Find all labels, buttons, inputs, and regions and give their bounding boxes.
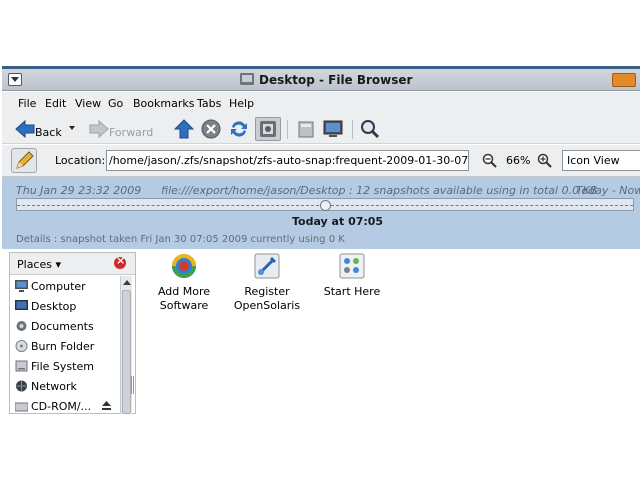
- place-label: Desktop: [31, 300, 77, 313]
- place-computer[interactable]: Computer: [13, 277, 123, 296]
- start-here-icon: [339, 253, 365, 279]
- network-icon: [16, 380, 27, 392]
- burn-folder-icon: [15, 340, 28, 352]
- chevron-down-icon[interactable]: [69, 126, 75, 130]
- up-arrow-icon[interactable]: [173, 118, 195, 140]
- place-label: Network: [31, 380, 77, 393]
- time-slider-track[interactable]: [16, 198, 634, 211]
- file-label: Register OpenSolaris: [233, 285, 301, 312]
- place-network[interactable]: Network: [13, 377, 123, 396]
- stop-icon[interactable]: [200, 118, 222, 140]
- pane-resize-handle[interactable]: [131, 376, 134, 394]
- time-slider-icon: [260, 121, 276, 137]
- title-bar[interactable]: Desktop - File Browser: [2, 69, 640, 91]
- zoom-out-icon[interactable]: [482, 153, 498, 169]
- places-dropdown[interactable]: Places ▾: [17, 258, 61, 271]
- forward-label: Forward: [109, 126, 154, 139]
- place-cdrom[interactable]: CD-ROM/...: [13, 397, 123, 414]
- pencil-icon: [16, 151, 34, 169]
- back-button[interactable]: Back: [12, 118, 76, 140]
- menu-go[interactable]: Go: [108, 97, 123, 110]
- forward-button[interactable]: Forward: [86, 118, 162, 140]
- home-icon[interactable]: [295, 118, 317, 140]
- place-label: Documents: [31, 320, 94, 333]
- place-documents[interactable]: Documents: [13, 317, 123, 336]
- place-label: File System: [31, 360, 94, 373]
- computer-icon: [15, 280, 28, 292]
- menu-bookmarks[interactable]: Bookmarks: [133, 97, 194, 110]
- places-label: Places: [17, 258, 52, 271]
- place-label: CD-ROM/...: [31, 400, 92, 413]
- toolbar-separator: [287, 120, 288, 139]
- forward-arrow-icon: [89, 119, 109, 139]
- location-bar: Location: /home/jason/.zfs/snapshot/zfs-…: [2, 145, 640, 177]
- view-mode-select[interactable]: Icon View: [562, 150, 640, 171]
- toolbar-separator: [352, 120, 353, 139]
- back-arrow-icon: [15, 119, 35, 139]
- location-label: Location:: [55, 154, 106, 167]
- snapshot-details: Details : snapshot taken Fri Jan 30 07:0…: [16, 234, 345, 245]
- file-label: Add More Software: [157, 285, 211, 312]
- reload-icon[interactable]: [228, 118, 250, 140]
- computer-icon[interactable]: [322, 118, 344, 140]
- cdrom-icon: [15, 402, 28, 412]
- window-menu-button[interactable]: [8, 73, 22, 86]
- desktop-icon: [15, 300, 28, 310]
- menu-tabs[interactable]: Tabs: [197, 97, 221, 110]
- edit-location-button[interactable]: [11, 148, 37, 173]
- file-browser-window: Desktop - File Browser File Edit View Go…: [2, 66, 640, 414]
- menu-bar: File Edit View Go Bookmarks Tabs Help: [2, 92, 640, 114]
- menu-view[interactable]: View: [75, 97, 101, 110]
- menu-help[interactable]: Help: [229, 97, 254, 110]
- toolbar: Back Forward: [2, 114, 640, 144]
- place-label: Burn Folder: [31, 340, 95, 353]
- file-label: Start Here: [323, 285, 381, 298]
- time-slider-panel: Thu Jan 29 23:32 2009 file:///export/hom…: [2, 177, 640, 249]
- register-icon: [254, 253, 280, 279]
- menu-edit[interactable]: Edit: [45, 97, 66, 110]
- file-item-add-more-software[interactable]: Add More Software: [139, 252, 229, 313]
- time-slider-current: Today at 07:05: [292, 215, 384, 228]
- side-pane-header: Places ▾: [10, 253, 135, 275]
- scrollbar-thumb[interactable]: [122, 290, 131, 414]
- time-slider-end: Today - Now: [576, 184, 640, 197]
- eject-icon[interactable]: [101, 400, 112, 411]
- file-browser-icon: [240, 73, 254, 85]
- file-item-start-here[interactable]: Start Here: [307, 252, 397, 299]
- add-software-icon: [172, 254, 196, 278]
- time-slider-start: Thu Jan 29 23:32 2009: [16, 184, 142, 197]
- menu-file[interactable]: File: [18, 97, 36, 110]
- back-label: Back: [35, 126, 62, 139]
- window-controls[interactable]: [612, 73, 636, 87]
- file-item-register-opensolaris[interactable]: Register OpenSolaris: [222, 252, 312, 313]
- place-burn-folder[interactable]: Burn Folder: [13, 337, 123, 356]
- time-slider-thumb[interactable]: [320, 200, 331, 211]
- file-system-icon: [15, 360, 28, 372]
- location-input[interactable]: /home/jason/.zfs/snapshot/zfs-auto-snap:…: [106, 150, 469, 171]
- place-label: Computer: [31, 280, 86, 293]
- search-icon[interactable]: [359, 118, 381, 140]
- window-title: Desktop - File Browser: [259, 73, 413, 87]
- side-pane: Places ▾ Computer Desktop Documents Burn…: [9, 252, 136, 414]
- place-file-system[interactable]: File System: [13, 357, 123, 376]
- zoom-in-icon[interactable]: [537, 153, 553, 169]
- close-icon[interactable]: [114, 254, 126, 269]
- place-desktop[interactable]: Desktop: [13, 297, 123, 316]
- documents-icon: [16, 321, 27, 331]
- zoom-level[interactable]: 66%: [506, 154, 530, 167]
- time-slider-info: file:///export/home/jason/Desktop : 12 s…: [161, 184, 598, 197]
- time-slider-button[interactable]: [255, 117, 281, 141]
